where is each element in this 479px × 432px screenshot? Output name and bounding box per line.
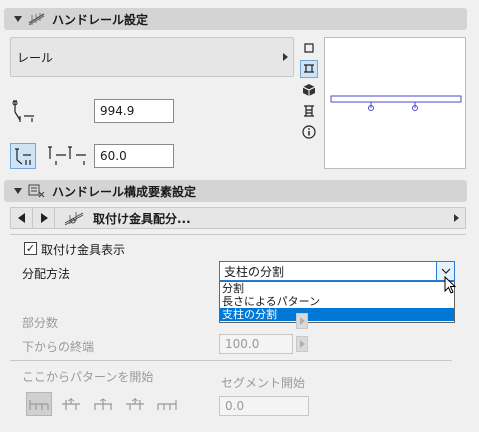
rail-type-selector[interactable]: レール xyxy=(10,37,294,77)
section-title: ハンドレール設定 xyxy=(52,12,149,27)
end-from-bottom-label: 下からの終端 xyxy=(22,340,95,354)
chevron-right-icon xyxy=(454,214,459,222)
offset-input[interactable]: 60.0 xyxy=(94,144,174,168)
segment-start-label: セグメント開始 xyxy=(221,376,306,390)
show-fittings-checkbox[interactable]: ✓ xyxy=(24,242,37,255)
end-from-bottom-stepper[interactable] xyxy=(296,336,308,352)
option-post-division[interactable]: 支柱の分割 xyxy=(220,308,454,321)
divider xyxy=(10,360,452,361)
pattern-start-left-icon xyxy=(29,400,49,410)
segments-label: 部分数 xyxy=(22,316,59,330)
pattern-center-left-icon xyxy=(62,398,80,410)
pattern-start-center-button[interactable] xyxy=(90,392,116,416)
height-input[interactable]: 994.9 xyxy=(94,99,174,123)
option-pattern-by-length[interactable]: 長さによるパターン xyxy=(220,295,454,308)
chevron-right-icon xyxy=(283,53,288,61)
section-title: ハンドレール構成要素設定 xyxy=(52,184,197,199)
previous-button[interactable] xyxy=(11,208,33,228)
fitting-distribution-icon xyxy=(64,212,84,226)
pattern-center-right-icon xyxy=(126,398,144,410)
section-view-icon[interactable] xyxy=(300,102,318,120)
square-view-icon[interactable] xyxy=(300,39,318,57)
nav-title: 取付け金具配分... xyxy=(93,211,191,226)
height-value: 994.9 xyxy=(100,104,135,118)
chevron-down-icon xyxy=(441,268,450,274)
pattern-start-left-button[interactable] xyxy=(26,392,52,416)
distribution-method-select[interactable]: 支柱の分割 xyxy=(219,261,455,281)
segment-start-input[interactable]: 0.0 xyxy=(219,396,309,416)
distribution-selected-value: 支柱の分割 xyxy=(224,264,285,279)
distribution-options-list: 分割 長さによるパターン 支柱の分割 xyxy=(219,281,455,323)
arrow-right-icon xyxy=(40,213,48,223)
segments-stepper[interactable] xyxy=(296,313,308,329)
3d-cube-icon[interactable] xyxy=(300,81,318,99)
pattern-start-center-right-button[interactable] xyxy=(122,392,148,416)
component-settings-header[interactable]: ハンドレール構成要素設定 xyxy=(4,180,467,202)
rail-view-icon[interactable] xyxy=(300,60,318,78)
offset-align-icon xyxy=(15,148,31,165)
rail-type-value: レール xyxy=(17,50,54,65)
component-navigation-bar: 取付け金具配分... xyxy=(10,207,466,229)
height-dimension-icon xyxy=(12,100,34,122)
handrail-icon xyxy=(28,13,45,26)
component-settings-icon xyxy=(28,184,45,198)
end-from-bottom-value: 100.0 xyxy=(225,337,260,351)
divider xyxy=(10,234,466,235)
info-icon[interactable] xyxy=(300,123,318,141)
end-from-bottom-input[interactable]: 100.0 xyxy=(219,334,293,354)
pattern-start-center-left-button[interactable] xyxy=(58,392,84,416)
offset-value: 60.0 xyxy=(100,149,127,163)
collapse-triangle-icon[interactable] xyxy=(14,16,22,22)
option-division[interactable]: 分割 xyxy=(220,282,454,295)
arrow-left-icon xyxy=(17,213,25,223)
segment-start-value: 0.0 xyxy=(225,399,245,413)
mouse-cursor-icon xyxy=(444,276,457,294)
handrail-settings-header[interactable]: ハンドレール設定 xyxy=(4,8,467,30)
next-button[interactable] xyxy=(33,208,55,228)
show-fittings-label: 取付け金具表示 xyxy=(41,243,126,257)
collapse-triangle-icon[interactable] xyxy=(14,188,22,194)
preview-panel xyxy=(324,37,466,169)
pattern-start-label: ここからパターンを開始 xyxy=(22,370,154,384)
view-mode-icons xyxy=(300,39,320,144)
spacing-dimension-icon xyxy=(48,146,86,165)
pattern-start-right-button[interactable] xyxy=(154,392,180,416)
distribution-label: 分配方法 xyxy=(22,267,71,281)
offset-mode-toggle[interactable] xyxy=(10,143,36,169)
pattern-center-icon xyxy=(94,398,112,410)
pattern-start-right-icon xyxy=(157,400,177,410)
rail-preview-drawing xyxy=(330,95,462,111)
